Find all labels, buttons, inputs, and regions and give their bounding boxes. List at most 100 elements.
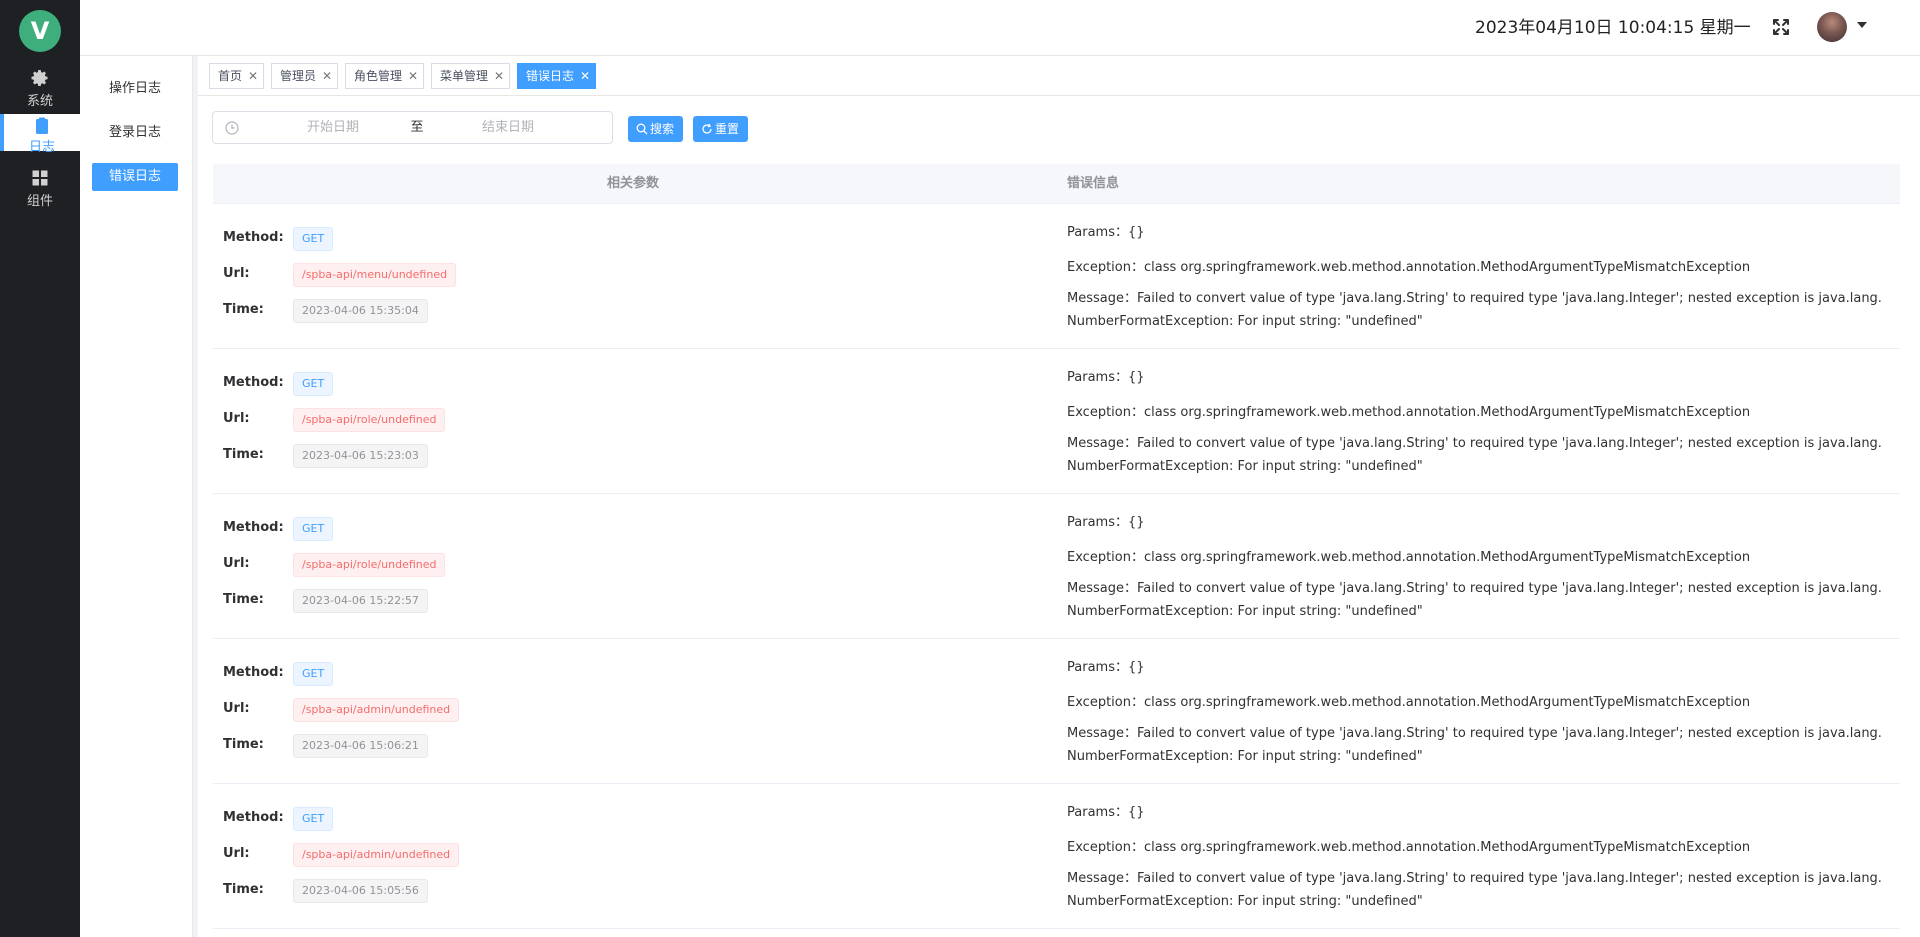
url-label: Url: [223,556,250,571]
table-row: Method: GET Url: /spba-api/role/undefine… [213,494,1900,639]
url-tag: /spba-api/role/undefined [293,408,446,432]
refresh-icon [702,123,712,134]
exception-text: Exception：class org.springframework.web.… [1067,550,1751,565]
table-header: 相关参数 错误信息 [213,164,1900,204]
exception-text: Exception：class org.springframework.web.… [1067,840,1751,855]
logo-area: V [0,0,80,63]
table-row: Method: GET Url: /spba-api/admin/undefin… [213,639,1900,784]
params-text: Params：{} [1067,370,1145,385]
sidebar-item-label: 日志 [28,140,55,155]
tab-label: 首页 [218,69,243,83]
tab-role-management[interactable]: 角色管理 ✕ [345,63,424,89]
clock-icon [225,121,239,135]
message-text: Message：Failed to convert value of type … [1067,291,1882,329]
url-tag: /spba-api/admin/undefined [293,698,460,722]
method-label: Method: [223,230,284,245]
method-tag: GET [293,662,334,686]
close-icon[interactable]: ✕ [248,64,258,88]
url-label: Url: [223,266,250,281]
params-text: Params：{} [1067,515,1145,530]
time-tag: 2023-04-06 15:23:03 [293,444,428,468]
sidebar-item-components[interactable]: 组件 [0,158,80,222]
time-label: Time: [223,302,264,317]
tab-home[interactable]: 首页 ✕ [209,63,264,89]
table-row: Method: GET Url: /spba-api/role/undefine… [213,349,1900,494]
sidebar-item-system[interactable]: 系统 [0,58,80,122]
method-tag: GET [293,372,334,396]
subnav-item-operation-log[interactable]: 操作日志 [92,75,178,103]
tab-label: 菜单管理 [440,69,489,83]
sidebar-item-label: 组件 [26,194,53,209]
message-text: Message：Failed to convert value of type … [1067,726,1882,764]
main-sidebar: V 系统 日志 组件 [0,0,80,937]
fullscreen-icon[interactable] [1770,16,1792,38]
tab-menu-management[interactable]: 菜单管理 ✕ [431,63,510,89]
caret-down-icon[interactable] [1857,22,1867,28]
reset-button-label: 重置 [715,122,740,136]
table-row: Method: GET Url: /spba-api/admin/undefin… [213,784,1900,929]
tab-error-log[interactable]: 错误日志 ✕ [517,63,596,89]
user-avatar[interactable] [1817,12,1847,42]
column-header-error: 错误信息 [1067,176,1120,191]
time-tag: 2023-04-06 15:06:21 [293,734,428,758]
url-tag: /spba-api/admin/undefined [293,843,460,867]
time-label: Time: [223,737,264,752]
app-logo[interactable]: V [19,10,61,52]
start-date-input[interactable]: 开始日期 [273,112,393,143]
url-label: Url: [223,701,250,716]
message-text: Message：Failed to convert value of type … [1067,436,1882,474]
panel-divider [193,56,198,937]
subnav-item-error-log[interactable]: 错误日志 [92,163,178,191]
time-label: Time: [223,447,264,462]
tab-admin[interactable]: 管理员 ✕ [271,63,338,89]
subnav-item-login-log[interactable]: 登录日志 [92,119,178,147]
method-label: Method: [223,665,284,680]
exception-text: Exception：class org.springframework.web.… [1067,260,1751,275]
params-text: Params：{} [1067,660,1145,675]
url-tag: /spba-api/menu/undefined [293,263,457,287]
date-range-separator: 至 [410,120,424,135]
message-text: Message：Failed to convert value of type … [1067,871,1882,909]
close-icon[interactable]: ✕ [322,64,332,88]
method-tag: GET [293,227,334,251]
url-label: Url: [223,411,250,426]
message-text: Message：Failed to convert value of type … [1067,581,1882,619]
current-datetime: 2023年04月10日 10:04:15 星期一 [1475,18,1751,38]
end-date-input[interactable]: 结束日期 [448,112,568,143]
logo-letter: V [30,17,50,45]
tags-view: 首页 ✕ 管理员 ✕ 角色管理 ✕ 菜单管理 ✕ 错误日志 ✕ [198,56,1920,96]
search-icon [636,123,648,135]
date-range-picker[interactable]: 开始日期 至 结束日期 [212,111,613,144]
search-button-label: 搜索 [650,122,675,136]
exception-text: Exception：class org.springframework.web.… [1067,405,1751,420]
sub-sidebar: 操作日志 登录日志 错误日志 [80,56,193,937]
method-label: Method: [223,520,284,535]
params-text: Params：{} [1067,805,1145,820]
url-label: Url: [223,846,250,861]
top-header: 2023年04月10日 10:04:15 星期一 [80,0,1920,56]
method-tag: GET [293,807,334,831]
close-icon[interactable]: ✕ [494,64,504,88]
reset-button[interactable]: 重置 [693,116,748,142]
method-label: Method: [223,375,284,390]
search-button[interactable]: 搜索 [628,116,683,142]
method-tag: GET [293,517,334,541]
params-text: Params：{} [1067,225,1145,240]
url-tag: /spba-api/role/undefined [293,553,446,577]
time-tag: 2023-04-06 15:35:04 [293,299,428,323]
tab-label: 角色管理 [354,69,403,83]
clipboard-icon [36,117,48,134]
close-icon[interactable]: ✕ [580,64,590,88]
method-label: Method: [223,810,284,825]
close-icon[interactable]: ✕ [408,64,418,88]
grid-icon [32,170,48,186]
tab-label: 错误日志 [526,69,575,83]
time-tag: 2023-04-06 15:05:56 [293,879,428,903]
tab-label: 管理员 [280,69,317,83]
table-row: Method: GET Url: /spba-api/menu/undefine… [213,204,1900,349]
time-label: Time: [223,592,264,607]
sidebar-item-log[interactable]: 日志 [0,114,80,155]
time-tag: 2023-04-06 15:22:57 [293,589,428,613]
time-label: Time: [223,882,264,897]
gear-icon [31,70,48,86]
